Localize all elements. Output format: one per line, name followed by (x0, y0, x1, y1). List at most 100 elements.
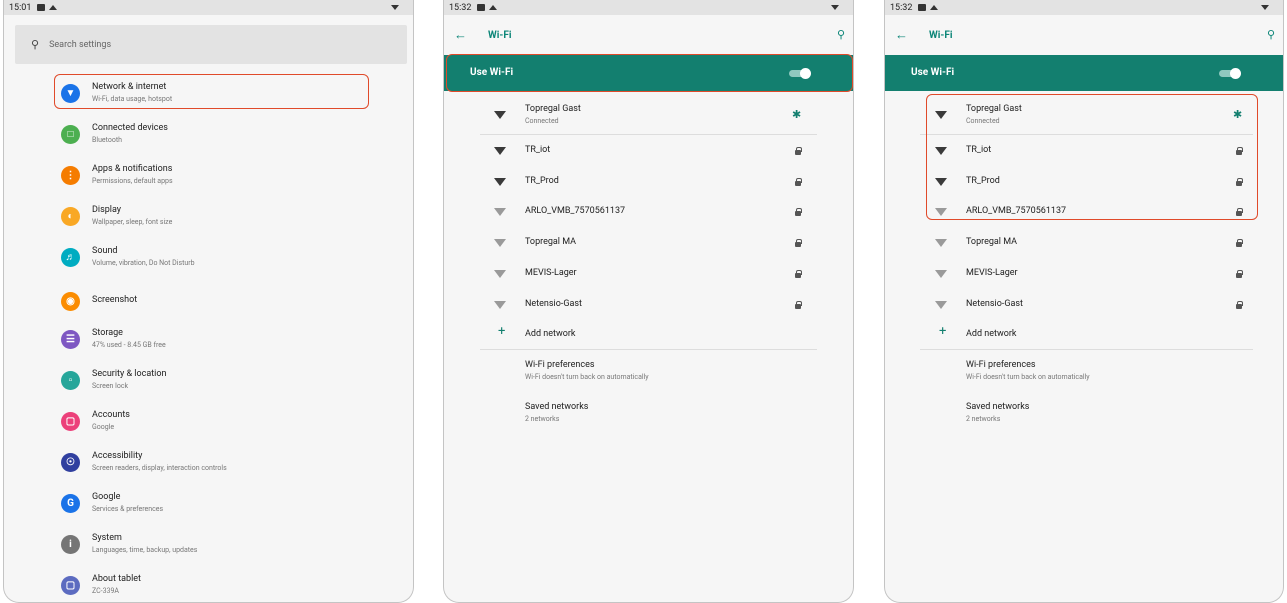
settings-item[interactable]: ☰ Storage 47% used - 8.45 GB free (4, 324, 413, 365)
network-item[interactable]: Netensio-Gast (444, 290, 853, 321)
image-icon (918, 4, 927, 11)
settings-item[interactable]: ☉ Accessibility Screen readers, display, i… (4, 447, 413, 488)
add-network-row[interactable]: + Add network (885, 320, 1283, 351)
network-name: Topregal Gast (525, 104, 581, 114)
back-arrow-icon[interactable]: ← (895, 27, 908, 43)
status-bar: 15:01 (4, 0, 413, 15)
settings-item-title: Connected devices (92, 123, 168, 133)
search-icon: ⚲ (31, 38, 40, 51)
network-connected[interactable]: Topregal Gast Connected ✱ (444, 98, 853, 132)
notification-icon (49, 5, 58, 10)
use-wifi-row[interactable]: Use Wi-Fi (885, 55, 1283, 91)
settings-item-subtitle: 47% used - 8.45 GB free (92, 341, 166, 349)
settings-item-subtitle: Wallpaper, sleep, font size (92, 218, 173, 226)
settings-item-subtitle: Services & preferences (92, 505, 164, 513)
settings-item-title: Storage (92, 328, 123, 338)
network-item[interactable]: MEVIS-Lager (444, 259, 853, 290)
wifi-preferences-row[interactable]: Wi-Fi preferences Wi-Fi doesn't turn back… (444, 356, 853, 392)
app-bar: ← Wi-Fi ⚲ (885, 15, 1283, 55)
network-item[interactable]: Netensio-Gast (885, 290, 1283, 321)
add-network-label: Add network (966, 329, 1017, 339)
brightness-icon: ◐ (61, 207, 80, 226)
image-icon (477, 4, 486, 11)
lock-icon (795, 239, 802, 248)
settings-item[interactable]: i System Languages, time, backup, updates (4, 529, 413, 570)
notification-icon (930, 5, 939, 10)
settings-item-title: Display (92, 205, 122, 215)
preferences-title: Wi-Fi preferences (966, 360, 1036, 370)
network-status: Connected (525, 117, 559, 125)
status-bar: 15:32 (885, 0, 1283, 15)
settings-item-subtitle: Volume, vibration, Do Not Disturb (92, 259, 195, 267)
lock-icon (1236, 269, 1243, 278)
settings-item[interactable]: ▢ About tablet ZC-339A (4, 570, 413, 602)
network-item[interactable]: ARLO_VMB_7570561137 (444, 197, 853, 228)
settings-gear-icon[interactable]: ✱ (792, 108, 801, 121)
network-name: Topregal MA (525, 237, 577, 248)
lock-icon (795, 269, 802, 278)
settings-item[interactable]: ◉ Screenshot (4, 283, 413, 324)
settings-item-title: Accessibility (92, 451, 143, 461)
wifi-signal-icon (494, 300, 506, 309)
wifi-preferences-row[interactable]: Wi-Fi preferences Wi-Fi doesn't turn back… (885, 356, 1283, 392)
settings-item-subtitle: Google (92, 423, 115, 431)
settings-item-subtitle: Permissions, default apps (92, 177, 173, 185)
settings-item-title: Screenshot (92, 295, 138, 305)
saved-networks-subtitle: 2 networks (525, 415, 560, 423)
network-name: MEVIS-Lager (966, 267, 1018, 278)
network-name: ARLO_VMB_7570561137 (525, 206, 626, 217)
wifi-toggle[interactable] (1219, 68, 1241, 79)
settings-item[interactable]: ▢ Accounts Google (4, 406, 413, 447)
wifi-signal-icon (494, 208, 506, 217)
settings-item[interactable]: ♬ Sound Volume, vibration, Do Not Disturb (4, 242, 413, 283)
wifi-panel-1: 15:32 ← Wi-Fi ⚲ Use Wi-Fi Topregal Gast C… (443, 0, 854, 603)
settings-item-subtitle: ZC-339A (92, 587, 119, 595)
settings-item[interactable]: □ Connected devices Bluetooth (4, 119, 413, 160)
add-network-row[interactable]: + Add network (444, 320, 853, 351)
back-arrow-icon[interactable]: ← (454, 27, 467, 43)
saved-networks-row[interactable]: Saved networks 2 networks (444, 398, 853, 434)
settings-item-subtitle: Languages, time, backup, updates (92, 546, 198, 554)
network-name: Netensio-Gast (525, 298, 582, 309)
network-item[interactable]: Topregal MA (885, 228, 1283, 259)
network-item[interactable]: Topregal MA (444, 228, 853, 259)
image-icon (37, 4, 46, 11)
lock-icon (795, 208, 802, 217)
search-icon[interactable]: ⚲ (1267, 28, 1275, 41)
settings-item-title: Accounts (92, 410, 130, 420)
divider (480, 134, 817, 135)
wifi-status-icon (1261, 5, 1269, 10)
settings-item[interactable]: ▫ Security & location Screen lock (4, 365, 413, 406)
search-icon[interactable]: ⚲ (837, 28, 845, 41)
settings-item-subtitle: Screen lock (92, 382, 129, 390)
settings-item-title: About tablet (92, 574, 141, 584)
settings-item-title: Security & location (92, 369, 167, 379)
lock-icon: ▫ (61, 371, 80, 390)
settings-item[interactable]: ◐ Display Wallpaper, sleep, font size (4, 201, 413, 242)
plus-icon: + (498, 324, 506, 339)
add-network-label: Add network (525, 329, 576, 339)
network-item[interactable]: TR_Prod (444, 167, 853, 198)
search-bar[interactable]: ⚲ Search settings (15, 25, 407, 64)
network-item[interactable]: MEVIS-Lager (885, 259, 1283, 290)
settings-item[interactable]: ⋮ Apps & notifications Permissions, defaul… (4, 160, 413, 201)
wifi-status-icon (391, 5, 399, 10)
lock-icon (795, 177, 802, 186)
network-name: TR_Prod (525, 175, 559, 186)
wifi-signal-icon (494, 111, 506, 119)
saved-networks-row[interactable]: Saved networks 2 networks (885, 398, 1283, 434)
preferences-subtitle: Wi-Fi doesn't turn back on automatically (966, 373, 1090, 381)
page-title: Wi-Fi (488, 30, 512, 41)
network-item[interactable]: TR_iot (444, 136, 853, 167)
network-name: Netensio-Gast (966, 298, 1023, 309)
use-wifi-label: Use Wi-Fi (911, 67, 955, 78)
lock-icon (1236, 239, 1243, 248)
settings-item[interactable]: G Google Services & preferences (4, 488, 413, 529)
wifi-signal-icon (494, 147, 506, 155)
info-icon: i (61, 535, 80, 554)
network-name: Topregal MA (966, 237, 1018, 248)
google-icon: G (61, 494, 80, 513)
network-name: TR_iot (525, 145, 551, 155)
wifi-signal-icon (935, 269, 947, 278)
plus-icon: + (939, 324, 947, 339)
